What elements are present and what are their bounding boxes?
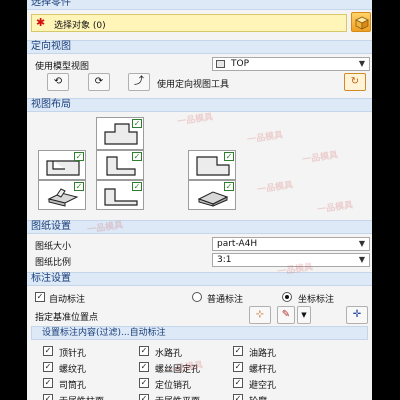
view-cell-iso-2[interactable]: ✓ — [188, 180, 236, 210]
section-sheet[interactable]: 图纸设置 — [27, 220, 372, 234]
annotation-item-checkbox[interactable]: ✓ — [233, 362, 243, 372]
annotation-item-label: 司筒孔 — [59, 381, 87, 391]
orient-icon: ⤴ — [134, 76, 144, 87]
view-check-icon: ✓ — [132, 152, 142, 161]
chevron-down-icon: ▼ — [301, 311, 307, 319]
annotation-item-label: 油路孔 — [249, 349, 277, 359]
annotation-item-checkbox[interactable]: ✓ — [43, 346, 53, 356]
select-part-button[interactable] — [351, 12, 371, 32]
view-check-icon: ✓ — [74, 152, 84, 161]
annotation-item-label: 定位销孔 — [155, 381, 192, 391]
view-icon — [216, 60, 225, 68]
annotation-item-checkbox[interactable]: ✓ — [43, 394, 53, 400]
model-view-value: TOP — [231, 59, 250, 69]
rotate-icon: ⟲ — [53, 76, 63, 87]
normal-annotate-label: 普通标注 — [207, 295, 244, 305]
model-view-label: 使用模型视图 — [35, 62, 90, 72]
orient-tool-label: 使用定向视图工具 — [157, 80, 230, 90]
chevron-down-icon: ▼ — [358, 239, 365, 248]
annotation-item-checkbox[interactable]: ✓ — [233, 394, 243, 400]
sheet-size-dropdown[interactable]: part-A4H ▼ — [212, 237, 370, 251]
view-cell-iso-1[interactable]: ✓ — [38, 180, 86, 210]
sheet-scale-label: 图纸比例 — [35, 258, 72, 268]
annotation-item-checkbox[interactable]: ✓ — [43, 362, 53, 372]
annotation-item-checkbox[interactable]: ✓ — [43, 378, 53, 388]
annotation-item-label: 螺杆孔 — [249, 365, 277, 375]
annotation-item-checkbox[interactable]: ✓ — [139, 346, 149, 356]
annotation-item-label: 螺纹孔 — [59, 365, 87, 375]
base-point-label: 指定基准位置点 — [35, 313, 99, 323]
flip-icon: ⟳ — [94, 76, 104, 87]
annotation-item-checkbox[interactable]: ✓ — [233, 346, 243, 356]
annotation-item-label: 无属性柱面 — [59, 394, 104, 400]
cube-icon — [355, 16, 369, 30]
section-view-layout[interactable]: 视图布局 — [27, 98, 372, 112]
select-object-label: 选择对象 (0) — [54, 21, 106, 31]
model-view-dropdown[interactable]: TOP ▼ — [212, 57, 370, 71]
view-cell-bottom[interactable]: ✓ — [96, 180, 144, 210]
section-orient-view[interactable]: 定向视图 — [27, 40, 372, 54]
annotation-item-label: 顶针孔 — [59, 349, 87, 359]
flip-view-button[interactable]: ⟳ — [88, 73, 110, 91]
normal-annotate-radio[interactable] — [192, 292, 202, 302]
base-point-axis-button[interactable]: ✛ — [346, 306, 368, 324]
sheet-size-value: part-A4H — [217, 239, 258, 249]
sheet-scale-value: 3:1 — [217, 255, 232, 265]
annotation-item-label: 避空孔 — [249, 381, 277, 391]
view-cell-right[interactable]: ✓ — [188, 150, 236, 180]
axis-icon: ✛ — [352, 309, 362, 320]
base-point-pick-button[interactable]: ⊹ — [249, 306, 271, 324]
refresh-view-button[interactable]: ↻ — [344, 73, 366, 91]
view-cell-left[interactable]: ✓ — [38, 150, 86, 180]
annotation-item-checkbox[interactable]: ✓ — [139, 362, 149, 372]
required-star-icon: ✱ — [36, 16, 46, 29]
view-check-icon: ✓ — [132, 182, 142, 191]
view-check-icon: ✓ — [224, 152, 234, 161]
watermark: 一品模具 — [301, 150, 339, 166]
coord-annotate-radio[interactable] — [282, 292, 292, 302]
rotate-view-button[interactable]: ⟲ — [47, 73, 69, 91]
pen-icon: ✎ — [281, 309, 291, 320]
sheet-size-label: 图纸大小 — [35, 242, 72, 252]
view-check-icon: ✓ — [132, 119, 142, 128]
view-cell-front[interactable]: ✓ — [96, 150, 144, 180]
auto-annotate-label: 自动标注 — [49, 295, 86, 305]
watermark: 一品模具 — [256, 180, 294, 196]
annotation-item-checkbox[interactable]: ✓ — [139, 378, 149, 388]
chevron-down-icon: ▼ — [358, 255, 365, 264]
annotation-item-checkbox[interactable]: ✓ — [233, 378, 243, 388]
view-check-icon: ✓ — [224, 182, 234, 191]
view-cell-top[interactable]: ✓ — [96, 117, 144, 150]
coord-annotate-label: 坐标标注 — [298, 295, 335, 305]
watermark: 一品模具 — [176, 112, 214, 128]
orient-tool-button[interactable]: ⤴ — [128, 73, 150, 91]
annotation-item-label: 轮廓 — [249, 394, 267, 400]
drawing-panel: 选择零件 ✱ 选择对象 (0) 定向视图 使用模型视图 TOP ▼ ⟲ ⟳ ⤴ … — [27, 0, 372, 400]
select-object-box[interactable]: ✱ 选择对象 (0) — [31, 14, 347, 32]
watermark: 一品模具 — [246, 130, 284, 146]
annotation-item-checkbox[interactable]: ✓ — [139, 394, 149, 400]
base-point-dropdown-button[interactable]: ▼ — [297, 306, 311, 324]
sheet-scale-dropdown[interactable]: 3:1 ▼ — [212, 253, 370, 267]
annotation-item-label: 无属性平面 — [155, 394, 200, 400]
watermark: 一品模具 — [316, 200, 354, 216]
base-point-pen-button[interactable]: ✎ — [277, 306, 295, 324]
refresh-icon: ↻ — [350, 76, 360, 87]
auto-annotate-checkbox[interactable]: ✓ — [35, 292, 45, 302]
crosshair-icon: ⊹ — [255, 309, 265, 320]
section-select-part[interactable]: 选择零件 — [27, 0, 372, 10]
section-annotation[interactable]: 标注设置 — [27, 272, 372, 286]
annotation-item-label: 螺丝固定孔 — [155, 365, 201, 375]
view-check-icon: ✓ — [74, 182, 84, 191]
annotation-item-label: 水路孔 — [155, 349, 183, 359]
annotation-content-header[interactable]: 设置标注内容(过滤)...自动标注 — [31, 326, 368, 340]
chevron-down-icon: ▼ — [358, 59, 365, 68]
